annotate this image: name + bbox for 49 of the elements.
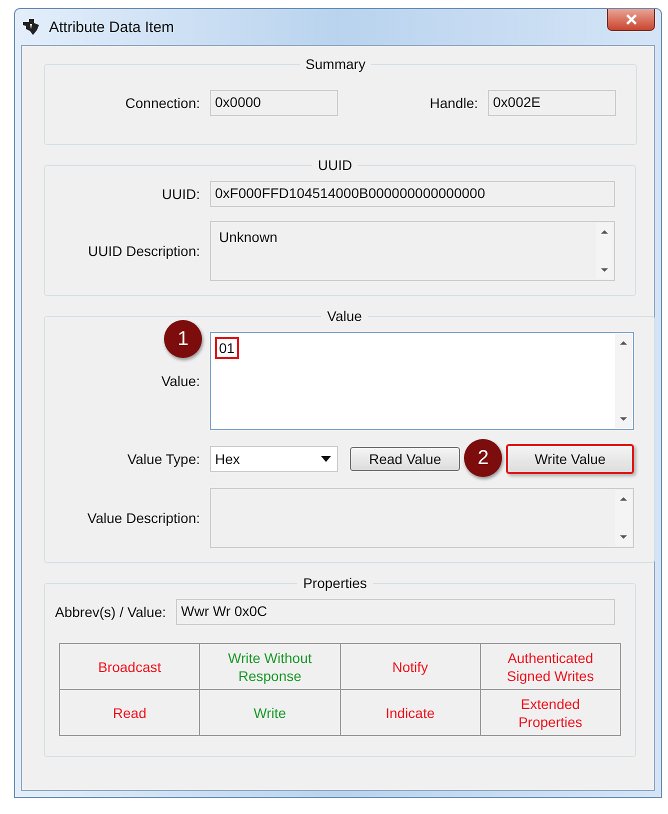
scroll-down-arrow-icon[interactable] (619, 416, 628, 422)
field-text: Unknown (218, 228, 278, 247)
close-button[interactable] (607, 9, 655, 31)
property-flag-cell: Extended Properties (480, 690, 621, 736)
close-icon (626, 14, 636, 25)
uuid-description-field[interactable]: Unknown (210, 221, 615, 281)
group-title: UUID (316, 157, 354, 173)
field-label: Value Description: (86, 510, 200, 526)
property-flag-cell: Notify (340, 644, 481, 690)
field-label: Value Type: (126, 451, 200, 467)
app-logo-icon (21, 17, 41, 37)
write-value-button[interactable]: Write Value (506, 444, 634, 474)
group-title: Properties (302, 575, 368, 591)
connection-field[interactable]: 0x0000 (210, 90, 338, 116)
property-flag-cell: Indicate (340, 690, 481, 736)
dropdown-text: Hex (215, 451, 240, 467)
callout-badge: 2 (464, 439, 502, 477)
callout-badge: 1 (164, 320, 202, 358)
value-type-dropdown[interactable]: Hex (210, 446, 338, 472)
scroll-up-arrow-icon[interactable] (619, 496, 628, 502)
group-title: Summary (304, 56, 366, 72)
scrollbar[interactable] (615, 490, 632, 546)
window-title: Attribute Data Item (49, 18, 174, 36)
field-label: Connection: (124, 95, 200, 111)
property-flag-cell: Authenticated Signed Writes (480, 644, 621, 690)
scrollbar[interactable] (615, 334, 632, 428)
dropdown-caret-icon (321, 456, 331, 462)
uuid-field[interactable]: 0xF000FFD104514000B000000000000000 (210, 181, 615, 207)
property-flag-cell: Write Without Response (200, 644, 340, 690)
handle-field[interactable]: 0x002E (488, 90, 616, 116)
field-label: Handle: (428, 95, 478, 111)
scrollbar[interactable] (596, 223, 613, 279)
scroll-down-arrow-icon[interactable] (619, 534, 628, 540)
scroll-up-arrow-icon[interactable] (600, 229, 609, 235)
property-flag-cell: Read (60, 690, 200, 736)
field-text: 01 (215, 337, 239, 359)
field-label: Abbrev(s) / Value: (55, 604, 166, 620)
property-flag-cell: Write (200, 690, 340, 736)
value-field[interactable]: 01 (210, 332, 634, 430)
read-value-button[interactable]: Read Value (350, 447, 460, 471)
property-flag-cell: Broadcast (60, 644, 200, 690)
field-label: UUID Description: (86, 243, 200, 259)
abbrev-value-field[interactable]: Wwr Wr 0x0C (176, 599, 615, 625)
scroll-down-arrow-icon[interactable] (600, 267, 609, 273)
field-label: UUID: (160, 186, 200, 202)
group-title: Value (326, 308, 363, 324)
value-description-field[interactable] (210, 488, 634, 548)
scroll-up-arrow-icon[interactable] (619, 340, 628, 346)
field-label: Value: (160, 373, 200, 389)
